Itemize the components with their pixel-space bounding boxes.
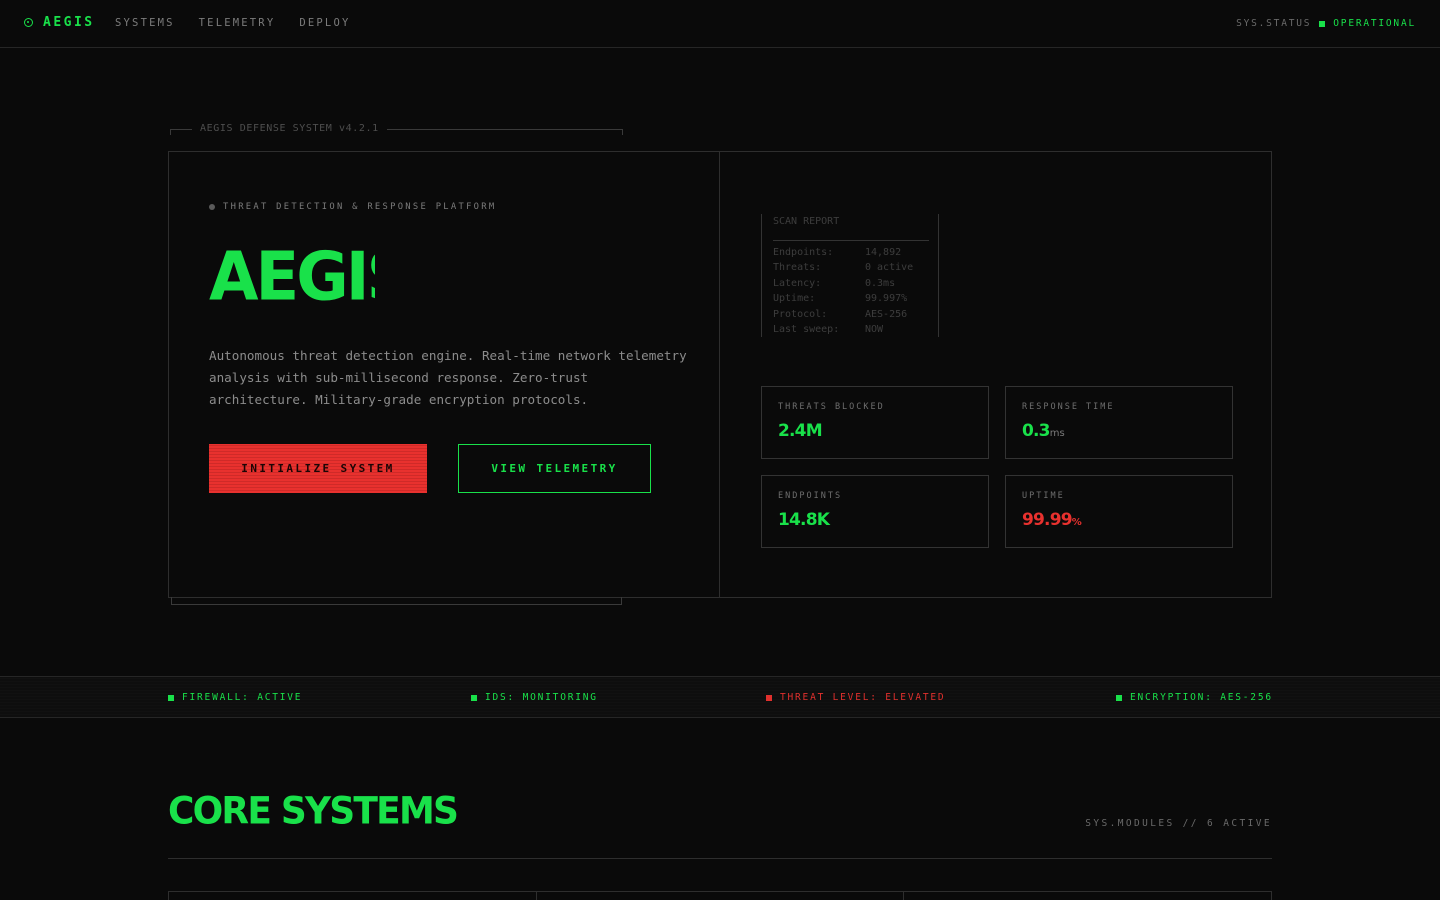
metric-unit: % bbox=[1071, 517, 1082, 528]
brand[interactable]: AEGIS bbox=[24, 15, 95, 30]
module-card[interactable] bbox=[904, 892, 1271, 900]
ticker-item-encryption: ENCRYPTION: AES-256 bbox=[1116, 692, 1273, 703]
metric-uptime: UPTIME 99.99% bbox=[1005, 475, 1233, 548]
metric-unit: ms bbox=[1049, 428, 1065, 439]
ticker-item-threat-level: THREAT LEVEL: ELEVATED bbox=[766, 692, 945, 703]
report-row: Endpoints: 14,892 bbox=[761, 245, 939, 261]
metric-number: 99.99 bbox=[1022, 510, 1073, 530]
bracket-right bbox=[386, 128, 623, 135]
hero-intro: THREAT DETECTION & RESPONSE PLATFORM AEG… bbox=[169, 152, 720, 597]
report-value: 0.3ms bbox=[865, 277, 896, 289]
target-icon bbox=[24, 18, 33, 27]
hero-telemetry-panel: SCAN REPORT Endpoints: 14,892 Threats: 0 a… bbox=[721, 152, 1271, 597]
metric-label: THREATS BLOCKED bbox=[778, 402, 885, 412]
hero-version-tag: AEGIS DEFENSE SYSTEM v4.2.1 bbox=[170, 121, 623, 135]
hero-description: Autonomous threat detection engine. Real… bbox=[209, 348, 687, 407]
nav-link-deploy[interactable]: DEPLOY bbox=[299, 17, 350, 29]
report-key: Threats: bbox=[773, 262, 822, 274]
metric-value: 0.3ms bbox=[1022, 421, 1065, 441]
report-key: Latency: bbox=[773, 277, 822, 289]
metric-number: 14.8K bbox=[778, 510, 830, 530]
nav-link-telemetry[interactable]: TELEMETRY bbox=[199, 17, 276, 29]
report-value: 14,892 bbox=[865, 247, 902, 258]
report-row: Latency: 0.3ms bbox=[761, 275, 939, 292]
report-value: 99.997% bbox=[865, 293, 908, 305]
hero-bottom-bracket bbox=[171, 597, 622, 605]
section-divider bbox=[168, 858, 1272, 859]
section-title: CORE SYSTEMS bbox=[168, 790, 459, 834]
report-key: Uptime: bbox=[773, 293, 816, 305]
ticker-item-ids: IDS: MONITORING bbox=[471, 692, 598, 703]
report-row: Uptime: 99.997% bbox=[761, 291, 939, 307]
view-telemetry-button[interactable]: VIEW TELEMETRY bbox=[458, 444, 651, 493]
metric-value: 99.99% bbox=[1022, 510, 1082, 530]
system-status-label: SYS.STATUS bbox=[1236, 18, 1312, 29]
ticker-text: IDS: MONITORING bbox=[485, 692, 598, 703]
section-meta: SYS.MODULES // 6 ACTIVE bbox=[1085, 818, 1272, 829]
metric-label: RESPONSE TIME bbox=[1022, 402, 1115, 412]
module-card[interactable] bbox=[537, 892, 905, 900]
status-indicator-icon bbox=[471, 694, 477, 701]
report-key: Protocol: bbox=[773, 308, 828, 320]
top-nav: AEGIS SYSTEMS TELEMETRY DEPLOY SYS.STATU… bbox=[0, 0, 1440, 48]
metric-response-time: RESPONSE TIME 0.3ms bbox=[1005, 386, 1233, 459]
metric-label: UPTIME bbox=[1022, 491, 1065, 501]
report-row: Last sweep: NOW bbox=[761, 322, 939, 338]
report-key: Endpoints: bbox=[773, 247, 834, 258]
bracket-left bbox=[170, 128, 192, 135]
report-row: Protocol: AES-256 bbox=[761, 306, 939, 323]
report-row: Threats: 0 active bbox=[761, 260, 939, 276]
report-value: 0 active bbox=[865, 262, 914, 274]
hero-title: AEGIS bbox=[209, 239, 375, 308]
nav-link-systems[interactable]: SYSTEMS bbox=[115, 17, 175, 29]
dot-icon bbox=[209, 204, 215, 210]
status-indicator-icon bbox=[1116, 694, 1122, 701]
status-indicator-icon bbox=[1319, 20, 1326, 27]
metric-endpoints: ENDPOINTS 14.8K bbox=[761, 475, 989, 548]
module-card[interactable] bbox=[169, 892, 537, 900]
scan-report-title: SCAN REPORT bbox=[761, 214, 939, 242]
version-label: AEGIS DEFENSE SYSTEM v4.2.1 bbox=[200, 122, 379, 134]
metric-number: 2.4M bbox=[778, 421, 823, 441]
initialize-system-button[interactable]: INITIALIZE SYSTEM bbox=[209, 444, 427, 493]
alert-indicator-icon bbox=[766, 694, 772, 701]
hero-card: THREAT DETECTION & RESPONSE PLATFORM AEG… bbox=[168, 151, 1272, 598]
system-status-value: OPERATIONAL bbox=[1333, 18, 1416, 29]
metric-threats-blocked: THREATS BLOCKED 2.4M bbox=[761, 386, 989, 459]
core-systems-grid bbox=[168, 891, 1272, 900]
metric-label: ENDPOINTS bbox=[778, 491, 843, 501]
ticker-text: ENCRYPTION: AES-256 bbox=[1130, 692, 1273, 703]
ticker-item-firewall: FIREWALL: ACTIVE bbox=[168, 692, 302, 703]
hero-title-clip: AEGIS bbox=[209, 238, 375, 308]
system-status: SYS.STATUS OPERATIONAL bbox=[1236, 18, 1416, 29]
metric-number: 0.3 bbox=[1022, 421, 1051, 441]
hero-eyebrow: THREAT DETECTION & RESPONSE PLATFORM bbox=[209, 202, 496, 212]
scan-report: SCAN REPORT Endpoints: 14,892 Threats: 0 a… bbox=[761, 214, 939, 338]
metric-value: 2.4M bbox=[778, 421, 823, 441]
ticker-text: THREAT LEVEL: ELEVATED bbox=[780, 692, 946, 703]
report-value: AES-256 bbox=[865, 308, 908, 320]
status-ticker: FIREWALL: ACTIVE IDS: MONITORING THREAT … bbox=[0, 676, 1440, 718]
metric-value: 14.8K bbox=[778, 510, 830, 530]
nav-links: SYSTEMS TELEMETRY DEPLOY bbox=[115, 17, 351, 29]
report-key: Last sweep: bbox=[773, 324, 840, 336]
brand-name: AEGIS bbox=[43, 15, 95, 30]
report-value: NOW bbox=[865, 324, 884, 336]
status-indicator-icon bbox=[168, 694, 174, 701]
ticker-text: FIREWALL: ACTIVE bbox=[182, 692, 303, 703]
eyebrow-text: THREAT DETECTION & RESPONSE PLATFORM bbox=[223, 202, 497, 212]
